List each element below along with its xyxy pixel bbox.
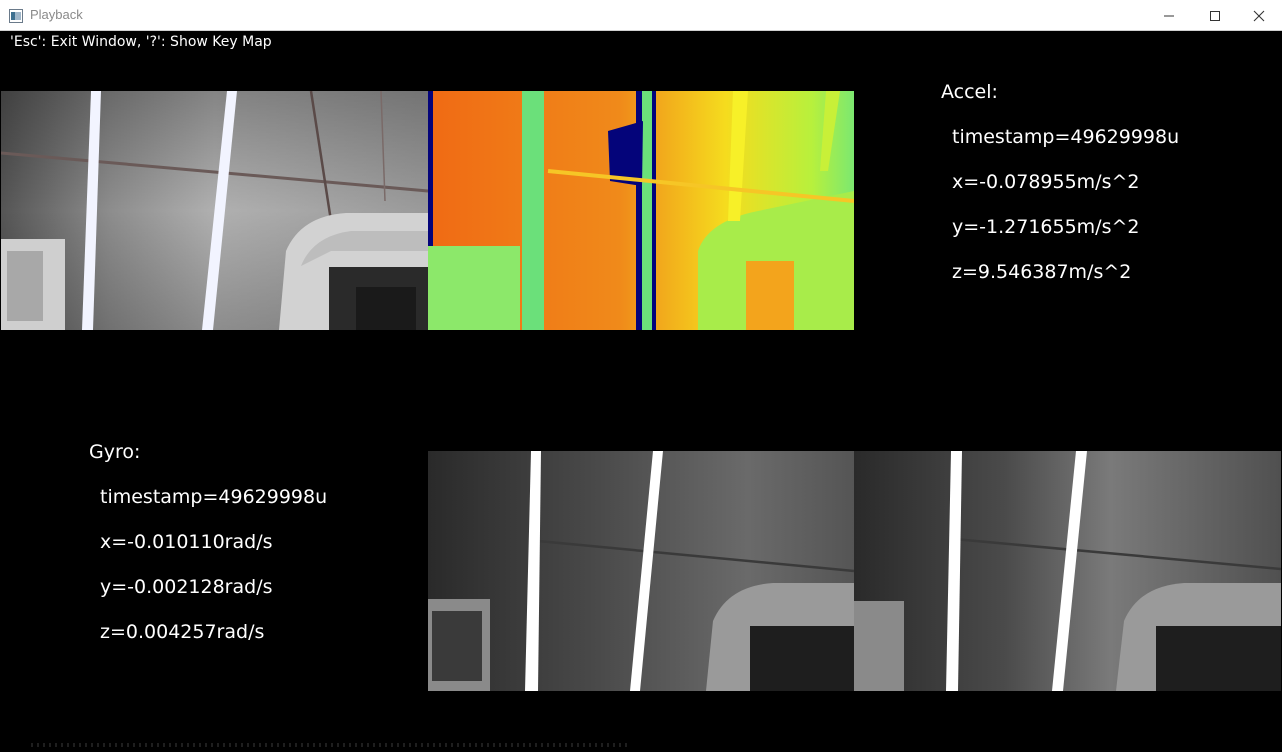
app-window-icon <box>9 8 23 23</box>
accel-x: x=-0.078955m/s^2 <box>952 171 1140 193</box>
gyro-x: x=-0.010110rad/s <box>100 531 273 553</box>
accel-y: y=-1.271655m/s^2 <box>952 216 1140 238</box>
key-hint-text: 'Esc': Exit Window, '?': Show Key Map <box>10 34 272 50</box>
close-icon <box>1253 10 1265 22</box>
gyro-timestamp: timestamp=49629998u <box>100 486 328 508</box>
gyro-y: y=-0.002128rad/s <box>100 576 273 598</box>
right-infrared-image <box>854 451 1281 691</box>
color-stream-image <box>1 91 428 330</box>
accel-readout: Accel: timestamp=49629998u x=-0.078955m/… <box>941 81 1179 283</box>
window-titlebar[interactable]: Playback <box>0 0 1282 31</box>
gyro-heading: Gyro: <box>89 441 141 463</box>
depth-colormap-image <box>428 91 854 330</box>
minimize-icon <box>1164 15 1174 17</box>
maximize-button[interactable] <box>1192 0 1238 31</box>
window-title: Playback <box>30 7 83 22</box>
left-infrared-image <box>428 451 854 691</box>
gyro-readout: Gyro: timestamp=49629998u x=-0.010110rad… <box>89 441 327 643</box>
bottom-strip <box>31 743 631 747</box>
accel-z: z=9.546387m/s^2 <box>952 261 1132 283</box>
playback-canvas[interactable]: 'Esc': Exit Window, '?': Show Key Map Ac… <box>1 31 1281 751</box>
accel-heading: Accel: <box>941 81 998 103</box>
gyro-z: z=0.004257rad/s <box>100 621 265 643</box>
accel-timestamp: timestamp=49629998u <box>952 126 1180 148</box>
minimize-button[interactable] <box>1146 0 1192 31</box>
maximize-icon <box>1210 11 1220 21</box>
close-button[interactable] <box>1236 0 1282 31</box>
